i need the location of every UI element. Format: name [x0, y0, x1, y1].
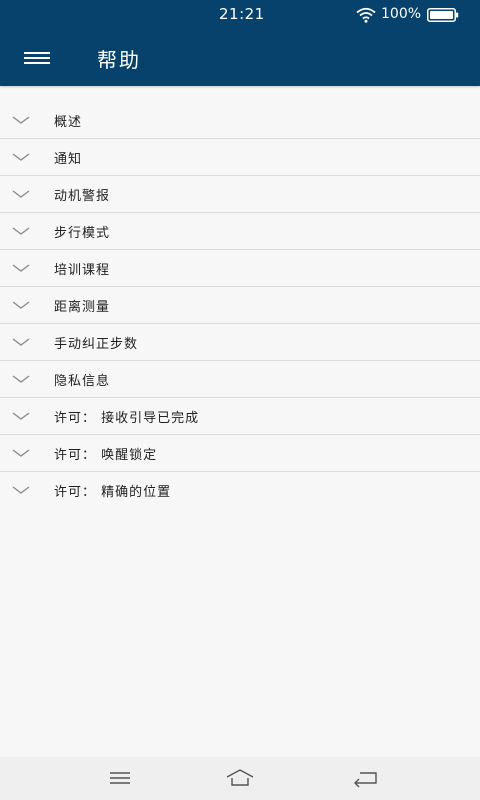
- help-item-label: 许可： 唤醒锁定: [54, 448, 158, 463]
- help-item-label: 许可： 精确的位置: [54, 485, 172, 500]
- help-item-label: 概述: [54, 115, 83, 130]
- wifi-icon: [356, 7, 376, 23]
- help-item-label: 动机警报: [54, 189, 111, 204]
- help-item-label: 手动纠正步数: [54, 337, 139, 352]
- battery-percentage: 100%: [381, 6, 422, 22]
- chevron-down-icon: [12, 375, 30, 383]
- help-item-overview[interactable]: 概述: [0, 102, 480, 139]
- chevron-down-icon: [12, 153, 30, 161]
- help-item-training-course[interactable]: 培训课程: [0, 250, 480, 287]
- chevron-down-icon: [12, 338, 30, 346]
- status-time: 21:21: [219, 5, 265, 23]
- menu-icon[interactable]: [24, 48, 50, 66]
- menu-icon-line: [24, 52, 50, 54]
- help-item-label: 培训课程: [54, 263, 111, 278]
- chevron-down-icon: [12, 227, 30, 235]
- help-item-label: 距离测量: [54, 300, 111, 315]
- help-item-manual-step-correction[interactable]: 手动纠正步数: [0, 324, 480, 361]
- status-bar: 21:21 100%: [0, 0, 480, 30]
- help-item-distance-measurement[interactable]: 距离测量: [0, 287, 480, 324]
- help-item-permission-boot-completed[interactable]: 许可： 接收引导已完成: [0, 398, 480, 435]
- chevron-down-icon: [12, 449, 30, 457]
- menu-icon-line: [24, 57, 50, 59]
- help-topic-list: 概述 通知 动机警报 步行模式 培训课程 距离测量 手动纠正步数 隐私信息 许可…: [0, 102, 480, 509]
- page-title: 帮助: [97, 48, 141, 72]
- chevron-down-icon: [12, 301, 30, 309]
- chevron-down-icon: [12, 264, 30, 272]
- chevron-down-icon: [12, 116, 30, 124]
- help-item-label: 隐私信息: [54, 374, 111, 389]
- recent-apps-icon[interactable]: [106, 768, 134, 788]
- battery-icon: [427, 8, 459, 22]
- chevron-down-icon: [12, 412, 30, 420]
- chevron-down-icon: [12, 486, 30, 494]
- app-bar: 帮助: [0, 30, 480, 86]
- help-item-notifications[interactable]: 通知: [0, 139, 480, 176]
- help-item-label: 步行模式: [54, 226, 111, 241]
- help-item-walking-mode[interactable]: 步行模式: [0, 213, 480, 250]
- help-item-privacy-info[interactable]: 隐私信息: [0, 361, 480, 398]
- help-item-permission-fine-location[interactable]: 许可： 精确的位置: [0, 472, 480, 509]
- menu-icon-line: [24, 62, 50, 64]
- help-item-label: 通知: [54, 152, 83, 167]
- chevron-down-icon: [12, 190, 30, 198]
- home-icon[interactable]: [226, 768, 254, 788]
- system-navigation-bar: [0, 757, 480, 800]
- help-item-permission-wake-lock[interactable]: 许可： 唤醒锁定: [0, 435, 480, 472]
- help-item-label: 许可： 接收引导已完成: [54, 411, 200, 426]
- help-item-motivation-alerts[interactable]: 动机警报: [0, 176, 480, 213]
- back-icon[interactable]: [352, 768, 380, 788]
